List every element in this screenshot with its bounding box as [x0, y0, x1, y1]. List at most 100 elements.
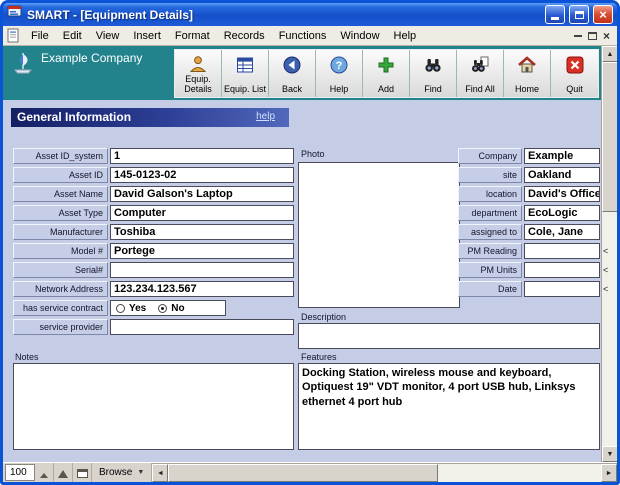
- help-button[interactable]: ? Help: [316, 50, 363, 97]
- service-contract-yes-label: Yes: [129, 302, 147, 314]
- find-icon: [423, 53, 443, 76]
- site-input[interactable]: Oakland: [524, 167, 600, 183]
- app-icon: [7, 4, 23, 25]
- mode-label: Browse: [99, 467, 133, 478]
- service-provider-input[interactable]: [110, 319, 294, 335]
- close-button[interactable]: ×: [593, 5, 613, 24]
- back-icon: [282, 53, 302, 76]
- asset-id-input[interactable]: 145-0123-02: [110, 167, 294, 183]
- section-header: General Information help: [11, 108, 289, 127]
- company-input[interactable]: Example: [524, 148, 600, 164]
- find-label: Find: [424, 84, 442, 95]
- menu-bar: File Edit View Insert Format Records Fun…: [3, 26, 617, 46]
- find-all-button[interactable]: Find All: [457, 50, 504, 97]
- company-logo-icon: [11, 51, 35, 78]
- mdi-window-controls: ×: [573, 30, 614, 42]
- horizontal-scrollbar-thumb[interactable]: [168, 464, 438, 482]
- asset-name-input[interactable]: David Galson's Laptop: [110, 186, 294, 202]
- scroll-right-icon[interactable]: ►: [601, 464, 617, 482]
- service-contract-yes-radio[interactable]: [116, 303, 125, 313]
- quit-icon: [565, 53, 585, 76]
- back-button[interactable]: Back: [269, 50, 316, 97]
- company-name: Example Company: [41, 51, 143, 65]
- pm-units-label: PM Units: [458, 262, 522, 278]
- department-input[interactable]: EcoLogic: [524, 205, 600, 221]
- department-label: department: [458, 205, 522, 221]
- menu-item-edit[interactable]: Edit: [56, 28, 89, 44]
- toolbar-button-group: Equip. Details Equip. List Back ? Help A…: [174, 49, 599, 98]
- equip-list-button[interactable]: Equip. List: [222, 50, 269, 97]
- menu-item-records[interactable]: Records: [217, 28, 272, 44]
- menu-item-format[interactable]: Format: [168, 28, 217, 44]
- menu-item-insert[interactable]: Insert: [126, 28, 168, 44]
- equip-details-label: Equip. Details: [184, 74, 212, 95]
- vertical-scrollbar-thumb[interactable]: [602, 62, 617, 212]
- location-input[interactable]: David's Office: [524, 186, 600, 202]
- help-link[interactable]: help: [256, 111, 275, 122]
- zoom-in-icon[interactable]: [54, 463, 73, 482]
- features-text: Docking Station, wireless mouse and keyb…: [302, 367, 576, 408]
- pm-units-input[interactable]: [524, 262, 600, 278]
- find-button[interactable]: Find: [410, 50, 457, 97]
- pm-reading-merge-indicator: <: [603, 246, 609, 256]
- menu-item-view[interactable]: View: [89, 28, 127, 44]
- status-bar: 100 Browse ▼ ◄ ►: [3, 462, 617, 482]
- pm-reading-input[interactable]: [524, 243, 600, 259]
- toolbar: Example Company Equip. Details Equip. Li…: [3, 46, 617, 100]
- photo-label: Photo: [301, 149, 325, 159]
- network-address-label: Network Address: [13, 281, 108, 297]
- mdi-minimize-button[interactable]: [573, 34, 582, 37]
- model-number-input[interactable]: Portege: [110, 243, 294, 259]
- zoom-out-icon[interactable]: [35, 463, 54, 482]
- service-contract-no-radio[interactable]: [158, 303, 168, 313]
- home-icon: [517, 53, 537, 76]
- scroll-left-icon[interactable]: ◄: [152, 464, 169, 482]
- restore-button[interactable]: [569, 5, 589, 24]
- asset-type-label: Asset Type: [13, 205, 108, 221]
- company-label: Company: [458, 148, 522, 164]
- description-input[interactable]: [298, 323, 600, 349]
- add-label: Add: [377, 84, 394, 95]
- assigned-to-label: assigned to: [458, 224, 522, 240]
- manufacturer-input[interactable]: Toshiba: [110, 224, 294, 240]
- chevron-down-icon: ▼: [137, 469, 145, 476]
- assigned-to-input[interactable]: Cole, Jane: [524, 224, 600, 240]
- add-button[interactable]: Add: [363, 50, 410, 97]
- date-input[interactable]: [524, 281, 600, 297]
- service-contract-radio-group: Yes No: [110, 300, 226, 316]
- pm-units-merge-indicator: <: [603, 265, 609, 275]
- manufacturer-label: Manufacturer: [13, 224, 108, 240]
- minimize-button[interactable]: [545, 5, 565, 24]
- date-label: Date: [458, 281, 522, 297]
- features-input[interactable]: Docking Station, wireless mouse and keyb…: [298, 363, 600, 450]
- photo-box[interactable]: [298, 162, 460, 308]
- asset-id-system-label: Asset ID_system: [13, 148, 108, 164]
- menu-item-help[interactable]: Help: [387, 28, 424, 44]
- asset-id-system-input[interactable]: 1: [110, 148, 294, 164]
- find-all-icon: [470, 53, 490, 76]
- scroll-up-icon[interactable]: ▲: [602, 46, 617, 62]
- notes-input[interactable]: [13, 363, 294, 450]
- network-address-input[interactable]: 123.234.123.567: [110, 281, 294, 297]
- mdi-close-button[interactable]: ×: [603, 30, 610, 42]
- quit-label: Quit: [566, 84, 583, 95]
- pm-reading-label: PM Reading: [458, 243, 522, 259]
- mode-selector[interactable]: Browse ▼: [92, 463, 153, 482]
- serial-number-input[interactable]: [110, 262, 294, 278]
- horizontal-scrollbar[interactable]: ◄ ►: [152, 463, 617, 482]
- asset-type-input[interactable]: Computer: [110, 205, 294, 221]
- quit-button[interactable]: Quit: [551, 50, 598, 97]
- status-area-toggle-icon[interactable]: [73, 463, 92, 482]
- notes-label: Notes: [15, 352, 39, 362]
- scroll-down-icon[interactable]: ▼: [602, 446, 617, 462]
- zoom-level[interactable]: 100: [5, 464, 35, 481]
- home-button[interactable]: Home: [504, 50, 551, 97]
- features-label: Features: [301, 352, 337, 362]
- menu-item-file[interactable]: File: [24, 28, 56, 44]
- mdi-restore-button[interactable]: [587, 31, 597, 40]
- date-merge-indicator: <: [603, 284, 609, 294]
- svg-text:?: ?: [336, 60, 343, 72]
- equip-details-button[interactable]: Equip. Details: [175, 50, 222, 97]
- menu-item-window[interactable]: Window: [333, 28, 386, 44]
- menu-item-functions[interactable]: Functions: [272, 28, 334, 44]
